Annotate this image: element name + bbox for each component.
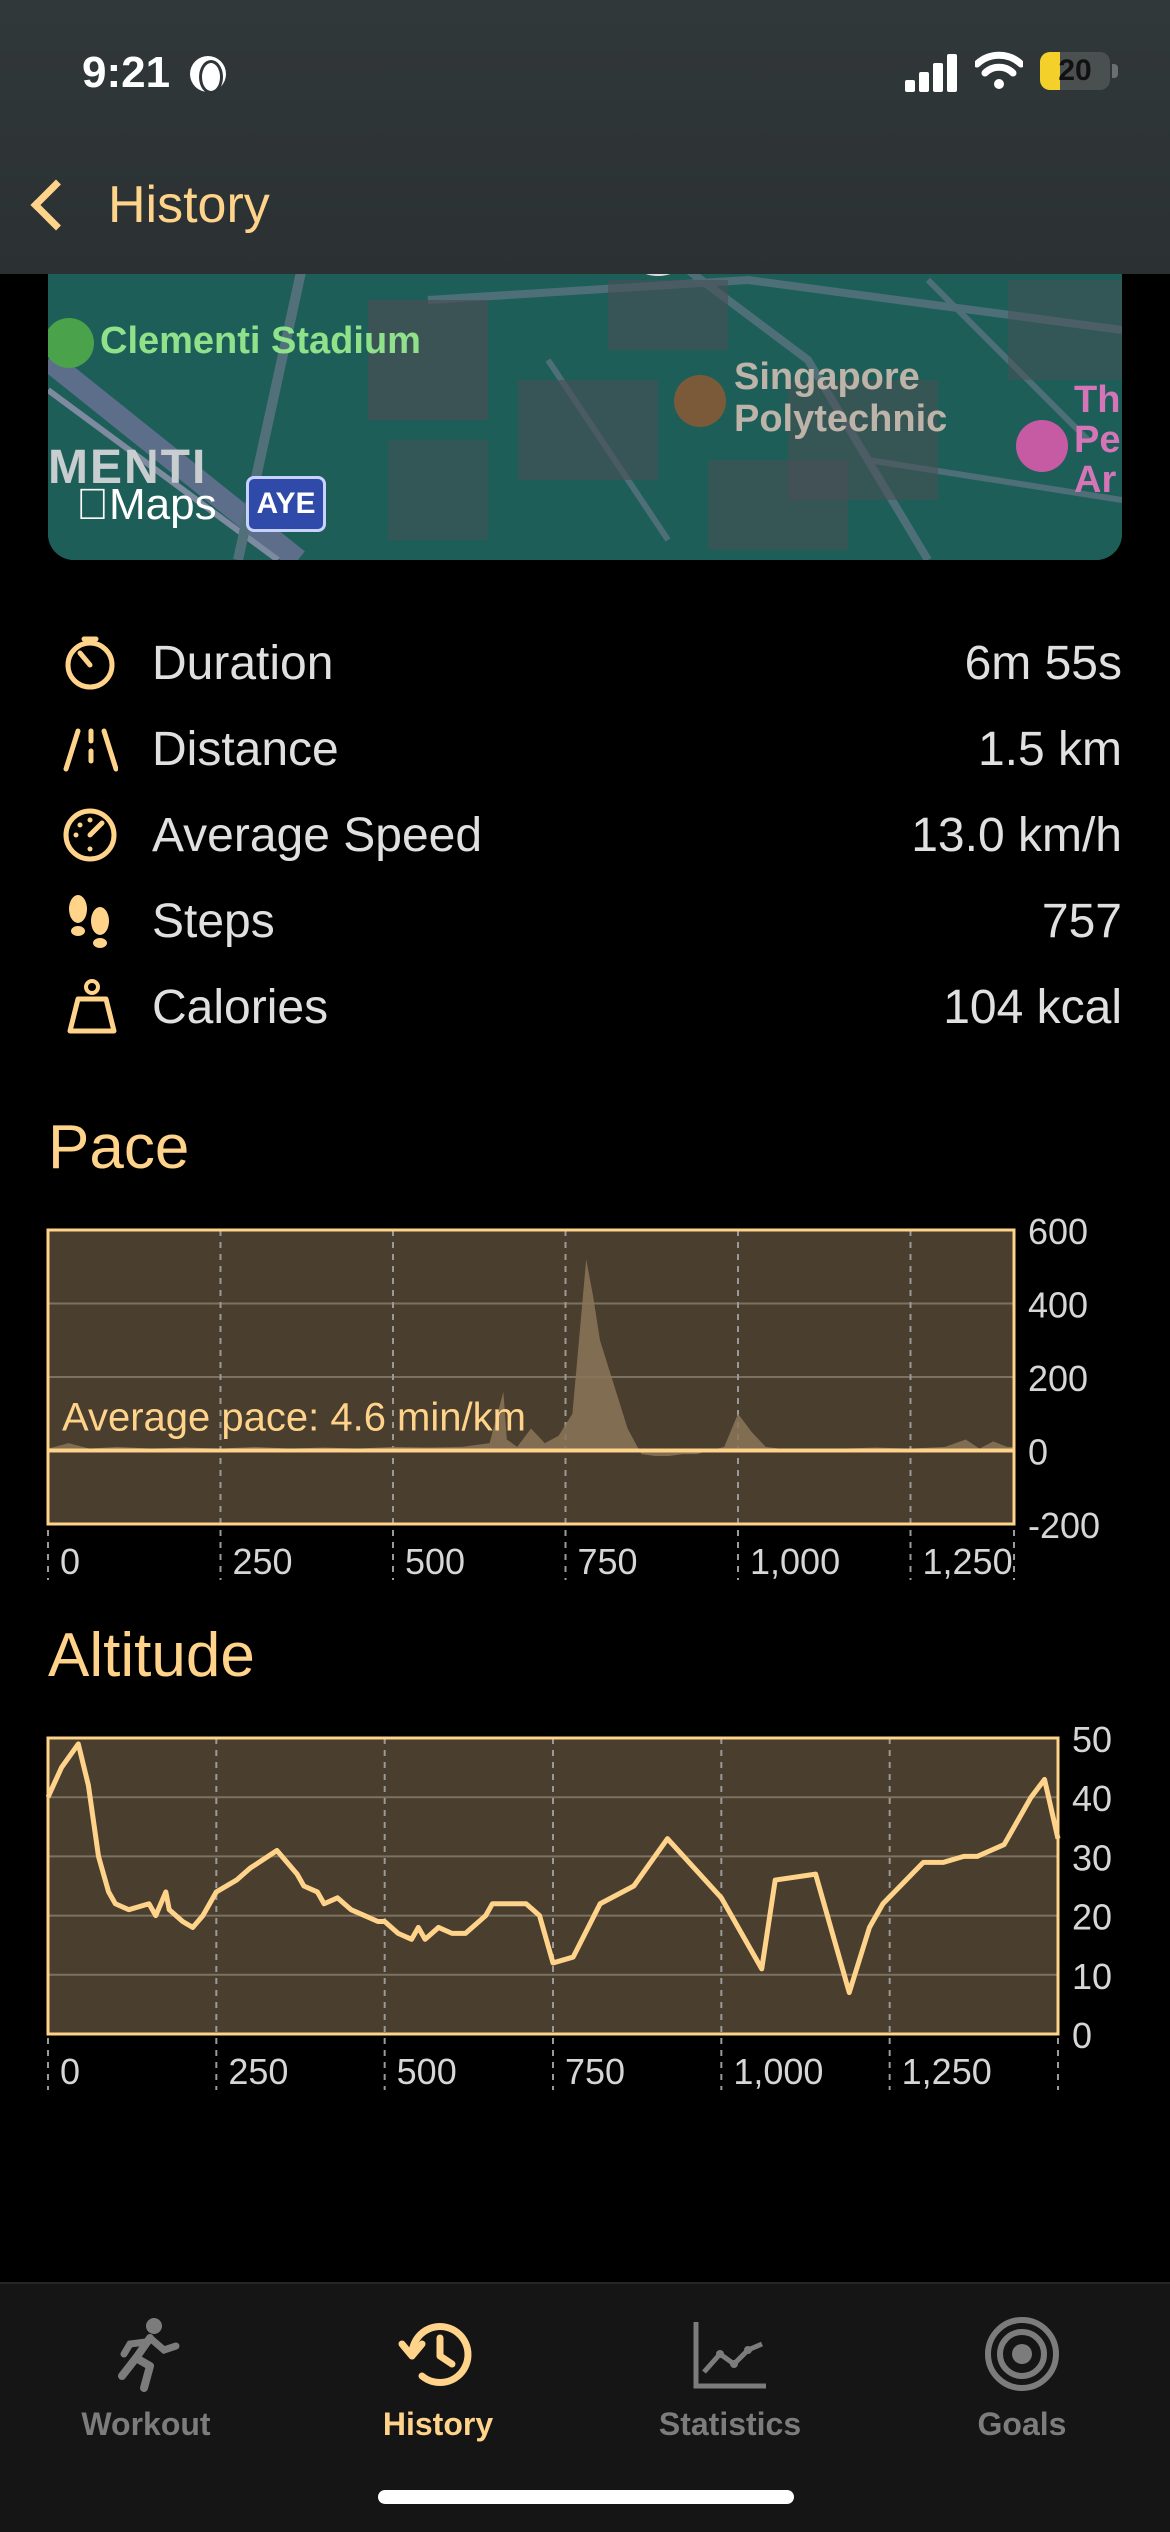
- altitude-section-title: Altitude: [48, 1621, 255, 1690]
- globe-icon: [190, 56, 226, 94]
- tab-label: History: [382, 2406, 494, 2442]
- x-tick-label: 750: [578, 1541, 638, 1582]
- map-label-polytechnic-line1: Singapore: [734, 356, 920, 398]
- x-tick-label: 250: [228, 2051, 288, 2092]
- x-tick-label: 500: [405, 1541, 465, 1582]
- status-bar: 9:21 20: [0, 0, 1170, 150]
- map-label-theatre-line2: Pe: [1074, 419, 1121, 461]
- x-tick-label: 1,250: [902, 2051, 992, 2092]
- target-icon: [985, 2317, 1059, 2391]
- route-map[interactable]: Clementi Stadium Singapore Polytechnic T…: [48, 240, 1122, 560]
- x-tick-label: 250: [233, 1541, 293, 1582]
- map-label-polytechnic-line2: Polytechnic: [734, 398, 948, 440]
- metric-value: 6m 55s: [964, 636, 1122, 690]
- back-button[interactable]: History: [24, 170, 270, 240]
- metric-label: Calories: [152, 980, 329, 1034]
- y-tick-label: 30: [1072, 1837, 1112, 1878]
- navigation-header: 9:21 20 History: [0, 0, 1170, 274]
- metric-value: 757: [1041, 894, 1122, 948]
- y-tick-label: 10: [1072, 1956, 1112, 1997]
- x-tick-label: 1,000: [733, 2051, 823, 2092]
- metric-label: Steps: [152, 894, 275, 948]
- apple-maps-logo-text: Maps: [76, 480, 217, 529]
- y-tick-label: -200: [1028, 1505, 1100, 1546]
- history-clock-icon: [398, 2323, 472, 2386]
- y-tick-label: 0: [1072, 2015, 1092, 2056]
- tab-label: Workout: [81, 2406, 211, 2442]
- average-pace-label: Average pace: 4.6 min/km: [62, 1396, 526, 1440]
- tab-label: Goals: [977, 2406, 1067, 2442]
- map-label-theatre: Th Pe Ar: [1074, 380, 1120, 500]
- footprints-icon: [69, 895, 109, 948]
- tab-history[interactable]: History: [338, 2314, 538, 2443]
- cellular-signal-icon: [905, 52, 957, 92]
- y-tick-label: 40: [1072, 1778, 1112, 1819]
- plot-background: [48, 1230, 1014, 1524]
- altitude-line: [45, 1741, 1061, 1996]
- metric-value: 13.0 km/h: [911, 808, 1122, 862]
- plot-border: [46, 1736, 1060, 2036]
- pace-area: [48, 1259, 1014, 1457]
- metric-value: 1.5 km: [977, 722, 1122, 776]
- expressway-shield: AYE: [246, 476, 326, 532]
- pace-section-title: Pace: [48, 1113, 190, 1182]
- y-tick-label: 20: [1072, 1897, 1112, 1938]
- weight-icon: [67, 979, 117, 1034]
- back-button-label: History: [108, 176, 270, 234]
- battery-icon: 20: [1040, 52, 1110, 90]
- plot-border: [46, 1228, 1016, 1526]
- map-label-theatre-line1: Th: [1074, 379, 1121, 421]
- battery-cap: [1112, 64, 1118, 78]
- x-tick-label: 1,000: [750, 1541, 840, 1582]
- x-tick-label: 750: [565, 2051, 625, 2092]
- metric-distance: Distance 1.5 km: [48, 706, 1122, 792]
- metric-label: Distance: [152, 722, 339, 776]
- apple-maps-logo: Maps: [76, 480, 217, 530]
- y-tick-label: 600: [1028, 1211, 1088, 1252]
- x-tick-label: 500: [397, 2051, 457, 2092]
- home-indicator: [378, 2490, 794, 2504]
- x-tick-label: 1,250: [923, 1541, 1013, 1582]
- stopwatch-icon: [65, 636, 115, 690]
- y-tick-label: 400: [1028, 1285, 1088, 1326]
- metric-steps: Steps 757: [48, 878, 1122, 964]
- metric-average-speed: Average Speed 13.0 km/h: [48, 792, 1122, 878]
- wifi-icon: [975, 51, 1023, 89]
- tab-statistics[interactable]: Statistics: [630, 2314, 830, 2443]
- theatre-icon: [1016, 420, 1068, 472]
- map-label-theatre-line3: Ar: [1074, 459, 1117, 501]
- map-label-polytechnic: Singapore Polytechnic: [734, 356, 947, 440]
- y-tick-label: 0: [1028, 1432, 1048, 1473]
- metric-label: Duration: [152, 636, 334, 690]
- runner-icon: [118, 2318, 180, 2392]
- graduation-cap-icon: [674, 375, 726, 427]
- plot-background: [48, 1738, 1058, 2034]
- speedometer-icon: [63, 808, 117, 862]
- tab-workout[interactable]: Workout: [46, 2314, 246, 2443]
- battery-level: 20: [1058, 54, 1092, 87]
- line-chart-icon: [693, 2322, 766, 2389]
- metric-value: 104 kcal: [943, 980, 1122, 1034]
- x-tick-label: 0: [60, 2051, 80, 2092]
- road-icon: [63, 728, 118, 772]
- status-time: 9:21: [82, 48, 171, 97]
- metric-calories: Calories 104 kcal: [48, 964, 1122, 1050]
- y-tick-label: 50: [1072, 1719, 1112, 1760]
- tab-goals[interactable]: Goals: [922, 2314, 1122, 2443]
- x-tick-label: 0: [60, 1541, 80, 1582]
- tab-label: Statistics: [658, 2406, 802, 2442]
- chevron-left-icon: [30, 179, 82, 231]
- workout-metrics: Duration 6m 55s Distance 1.5 km Average …: [48, 620, 1122, 1050]
- metric-label: Average Speed: [152, 808, 483, 862]
- y-tick-label: 200: [1028, 1358, 1088, 1399]
- map-label-stadium: Clementi Stadium: [100, 320, 421, 362]
- metric-duration: Duration 6m 55s: [48, 620, 1122, 706]
